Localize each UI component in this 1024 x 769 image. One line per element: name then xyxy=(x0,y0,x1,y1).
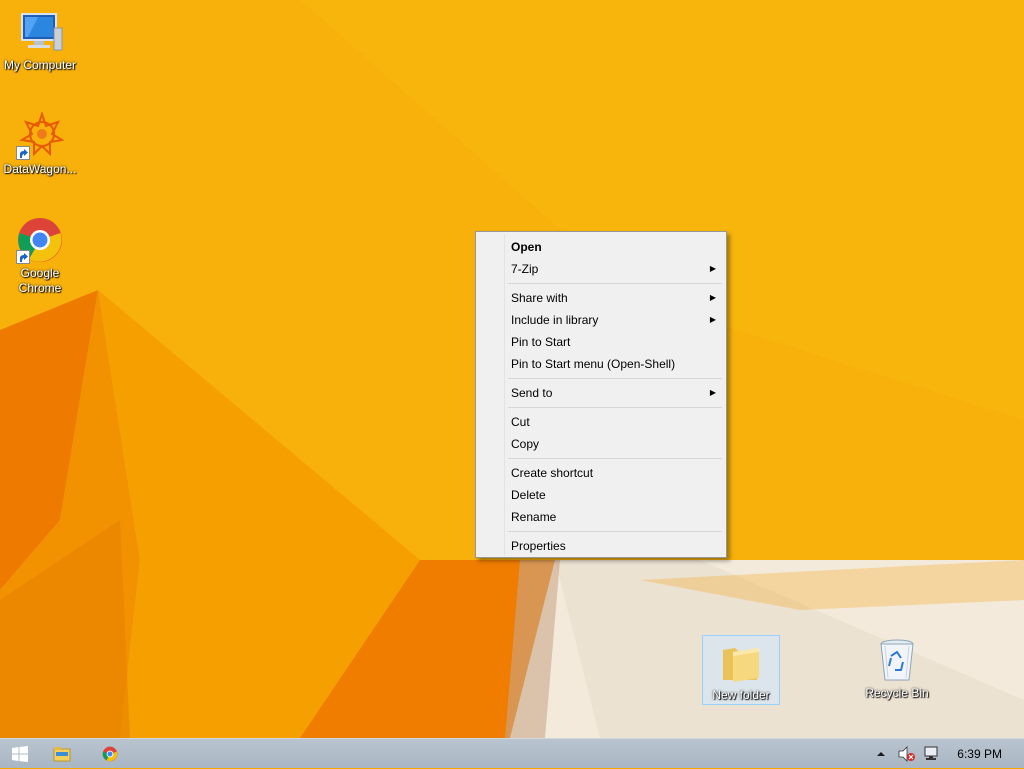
menu-item-create-shortcut[interactable]: Create shortcut xyxy=(478,462,724,484)
menu-separator xyxy=(508,283,722,284)
show-hidden-icons-icon xyxy=(877,752,885,756)
menu-item-label: Share with xyxy=(511,291,568,305)
menu-item-7zip[interactable]: 7-Zip ▶ xyxy=(478,258,724,280)
menu-item-copy[interactable]: Copy xyxy=(478,433,724,455)
menu-item-label: Pin to Start menu (Open-Shell) xyxy=(511,357,676,371)
desktop-icon-my-computer[interactable]: My Computer xyxy=(0,8,80,73)
windows-logo-icon xyxy=(12,746,28,762)
desktop-icon-label: DataWagon... xyxy=(3,162,77,176)
volume-muted-icon xyxy=(898,746,915,762)
start-button[interactable] xyxy=(0,739,40,769)
desktop-icon-label: New folder xyxy=(712,688,770,702)
menu-item-properties[interactable]: Properties xyxy=(478,535,724,557)
folder-icon xyxy=(717,638,765,686)
menu-separator xyxy=(508,407,722,408)
network-icon xyxy=(924,746,938,760)
menu-item-open[interactable]: Open xyxy=(478,236,724,258)
submenu-arrow-icon: ▶ xyxy=(709,388,716,397)
submenu-arrow-icon: ▶ xyxy=(709,315,716,324)
menu-item-label: Create shortcut xyxy=(511,466,594,480)
menu-item-include-in-library[interactable]: Include in library ▶ xyxy=(478,309,724,331)
chrome-button[interactable] xyxy=(90,739,130,769)
computer-icon xyxy=(16,8,64,56)
submenu-arrow-icon: ▶ xyxy=(709,264,716,273)
submenu-arrow-icon: ▶ xyxy=(709,293,716,302)
menu-item-label: 7-Zip xyxy=(511,262,539,276)
menu-item-delete[interactable]: Delete xyxy=(478,484,724,506)
label-line-1: Google xyxy=(20,266,60,280)
recycle-bin-icon xyxy=(873,636,921,684)
menu-item-label: Copy xyxy=(511,437,540,451)
shortcut-arrow-icon xyxy=(16,146,30,160)
menu-item-label: Pin to Start xyxy=(511,335,571,349)
taskbar-clock[interactable]: 6:39 PM xyxy=(957,739,1002,769)
taskbar: 6:39 PM xyxy=(0,738,1024,768)
menu-separator xyxy=(508,458,722,459)
menu-item-label: Include in library xyxy=(511,313,599,327)
menu-item-cut[interactable]: Cut xyxy=(478,411,724,433)
menu-item-label: Properties xyxy=(511,539,566,553)
desktop-icon-recycle-bin[interactable]: Recycle Bin xyxy=(857,636,937,701)
menu-item-label: Delete xyxy=(511,488,546,502)
menu-item-label: Open xyxy=(511,240,542,254)
menu-item-label: Send to xyxy=(511,386,553,400)
file-explorer-button[interactable] xyxy=(42,739,82,769)
menu-separator xyxy=(508,378,722,379)
network-button[interactable] xyxy=(920,739,942,769)
menu-item-send-to[interactable]: Send to ▶ xyxy=(478,382,724,404)
datawagon-icon xyxy=(16,110,65,160)
menu-item-label: Rename xyxy=(511,510,557,524)
menu-item-share-with[interactable]: Share with ▶ xyxy=(478,287,724,309)
desktop-icon-label: My Computer xyxy=(3,58,77,72)
desktop-icon-label: Recycle Bin xyxy=(865,686,929,700)
desktop-icon-google-chrome[interactable]: Google Chrome xyxy=(0,216,80,296)
menu-item-pin-to-start[interactable]: Pin to Start xyxy=(478,331,724,353)
context-menu: Open 7-Zip ▶ Share with ▶ Include in lib… xyxy=(475,231,727,558)
menu-item-pin-to-start-menu-open-shell[interactable]: Pin to Start menu (Open-Shell) xyxy=(478,353,724,375)
label-line-2: Chrome xyxy=(18,281,62,295)
shortcut-arrow-icon xyxy=(16,250,30,264)
menu-item-label: Cut xyxy=(511,415,530,429)
desktop[interactable]: My Computer DataWagon... Google Chrome N… xyxy=(0,0,1024,738)
desktop-icon-new-folder[interactable]: New folder xyxy=(702,635,780,705)
file-explorer-icon xyxy=(53,747,71,762)
volume-button[interactable] xyxy=(896,739,918,769)
chrome-icon xyxy=(16,216,64,264)
desktop-icon-datawagon[interactable]: DataWagon... xyxy=(0,110,80,177)
desktop-icon-label: Google Chrome xyxy=(0,266,80,296)
menu-separator xyxy=(508,531,722,532)
chrome-icon xyxy=(102,746,118,762)
show-hidden-icons-button[interactable] xyxy=(872,739,890,769)
menu-item-rename[interactable]: Rename xyxy=(478,506,724,528)
